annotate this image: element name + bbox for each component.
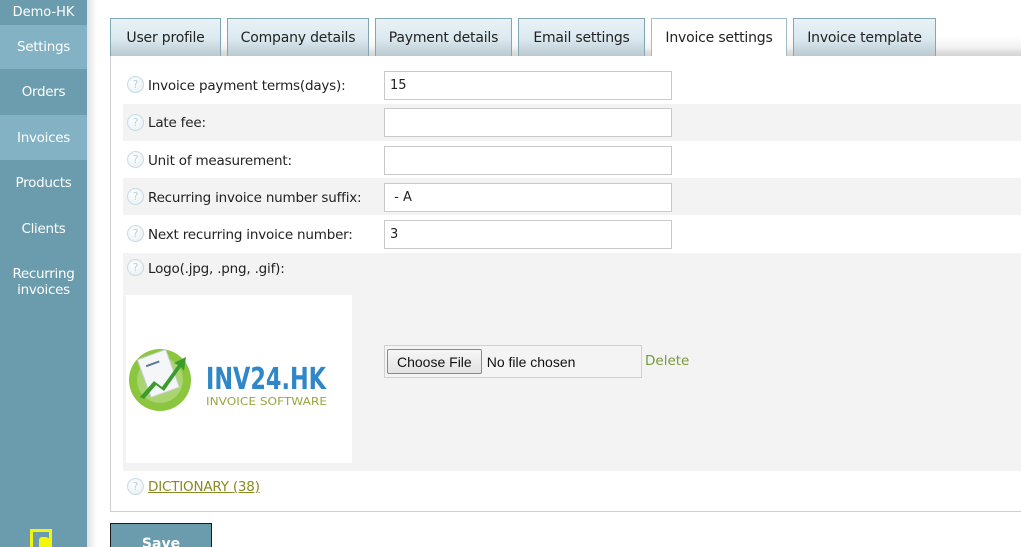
recurring-suffix-row: ? Recurring invoice number suffix:: [123, 178, 1021, 215]
help-icon[interactable]: ?: [127, 151, 144, 168]
tab-invoice-template[interactable]: Invoice template: [793, 18, 936, 56]
sidebar: Demo-HK Settings Orders Invoices Product…: [0, 0, 87, 547]
recurring-suffix-label: Recurring invoice number suffix:: [148, 190, 362, 206]
unit-of-measurement-input[interactable]: [384, 146, 672, 175]
next-recurring-number-label: Next recurring invoice number:: [148, 227, 353, 243]
next-recurring-number-row: ? Next recurring invoice number:: [123, 215, 1021, 252]
tab-payment-details[interactable]: Payment details: [375, 18, 512, 56]
tab-email-settings[interactable]: Email settings: [518, 18, 645, 56]
logo-file-input[interactable]: Choose File No file chosen: [384, 345, 642, 378]
delete-logo-link[interactable]: Delete: [645, 353, 689, 369]
next-recurring-number-input[interactable]: [384, 220, 672, 249]
sidebar-item-recurring-invoices[interactable]: Recurring invoices: [0, 251, 87, 313]
sidebar-item-clients[interactable]: Clients: [0, 206, 87, 251]
help-icon[interactable]: ?: [127, 225, 144, 242]
help-icon[interactable]: ?: [127, 76, 144, 93]
tab-invoice-settings[interactable]: Invoice settings: [651, 18, 787, 56]
help-icon[interactable]: ?: [127, 114, 144, 131]
payment-terms-label: Invoice payment terms(days):: [148, 78, 346, 94]
save-button[interactable]: Save: [110, 523, 212, 547]
choose-file-button[interactable]: Choose File: [387, 349, 482, 374]
tab-user-profile[interactable]: User profile: [110, 18, 221, 56]
tab-company-details[interactable]: Company details: [227, 18, 369, 56]
inv24-logo: INV24.HK INVOICE SOFTWARE: [129, 348, 327, 411]
sidebar-item-products[interactable]: Products: [0, 160, 87, 206]
late-fee-label: Late fee:: [148, 115, 206, 131]
help-icon[interactable]: ?: [127, 259, 144, 276]
invoice-settings-panel: ? Invoice payment terms(days): ? Late fe…: [110, 56, 1021, 512]
help-icon[interactable]: ?: [127, 478, 144, 495]
logo-label: Logo(.jpg, .png, .gif):: [148, 261, 285, 277]
payment-terms-row: ? Invoice payment terms(days):: [123, 66, 1021, 103]
unit-of-measurement-row: ? Unit of measurement:: [123, 141, 1021, 178]
sidebar-item-invoices[interactable]: Invoices: [0, 115, 87, 160]
logo-brand-text: INV24.HK: [206, 362, 327, 397]
sidebar-shadow: [87, 0, 97, 547]
settings-tabs: User profile Company details Payment det…: [110, 18, 1021, 56]
late-fee-input[interactable]: [384, 108, 672, 137]
unit-of-measurement-label: Unit of measurement:: [148, 153, 292, 169]
sidebar-item-settings[interactable]: Settings: [0, 25, 87, 69]
payment-terms-input[interactable]: [384, 71, 672, 100]
logo-brand-subtext: INVOICE SOFTWARE: [206, 396, 327, 408]
dictionary-row: ? DICTIONARY (38): [123, 474, 1021, 500]
logo-preview: INV24.HK INVOICE SOFTWARE: [126, 295, 352, 463]
sidebar-item-orders[interactable]: Orders: [0, 69, 87, 115]
file-status-text: No file chosen: [486, 353, 576, 370]
sidebar-brand[interactable]: Demo-HK: [0, 0, 87, 25]
recurring-suffix-input[interactable]: [384, 183, 672, 212]
help-icon[interactable]: ?: [127, 188, 144, 205]
dictionary-link[interactable]: DICTIONARY (38): [148, 479, 260, 495]
late-fee-row: ? Late fee:: [123, 104, 1021, 141]
exit-icon[interactable]: [30, 529, 52, 547]
